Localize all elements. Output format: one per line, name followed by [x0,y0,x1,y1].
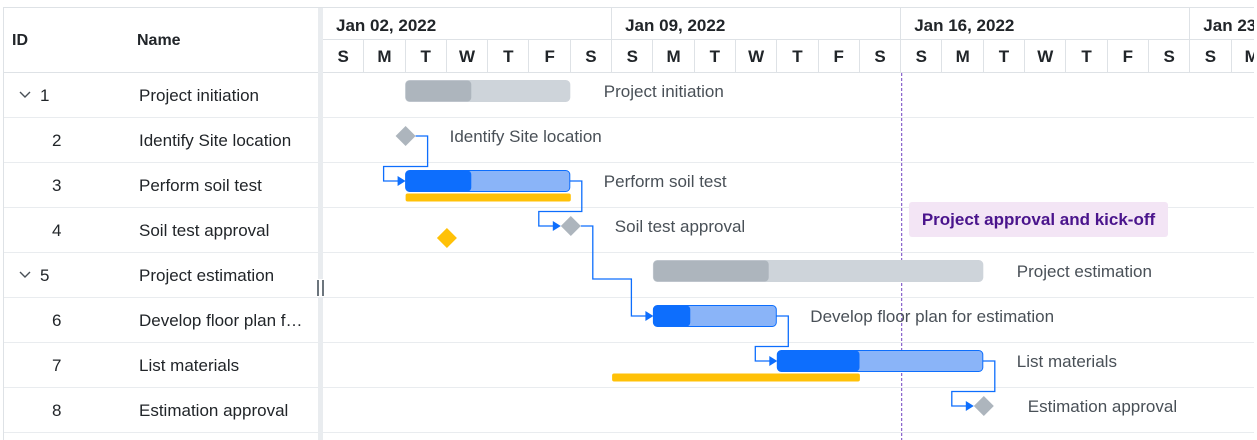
timeline-day: W [736,40,778,73]
baseline-bar [405,193,571,202]
milestone-icon [973,396,994,416]
task-label: Perform soil test [604,172,727,191]
baseline-bar [612,373,860,382]
timeline-day: T [777,40,819,73]
cell-name: Soil test approval [139,221,270,240]
cell-name: Project initiation [139,86,260,105]
chevron-down-icon[interactable] [18,268,32,282]
timeline-day: T [406,40,447,73]
cell-id: 6 [52,311,62,330]
cell-id: 5 [40,266,50,285]
dependency-connector [580,225,647,317]
column-header-name[interactable]: Name [137,32,181,50]
timeline-day: S [1190,40,1232,73]
milestone-icon [560,216,581,236]
cell-id: 8 [52,401,62,420]
week-label: Jan 23, 2022 [1203,16,1254,35]
timeline-day: F [1108,40,1149,73]
cell-name: List materials [139,356,240,375]
connector-arrow-icon [769,356,778,366]
task-label: Develop floor plan for estimation [810,307,1054,326]
timeline-day: S [1149,40,1191,73]
gantt-chart: ID Name 1 Project initiation 2 Identify Sit… [3,7,1254,440]
cell-name: Identify Site location [139,131,292,150]
timeline-day: T [1066,40,1108,73]
table-row[interactable]: 8 Estimation approval [4,388,318,433]
timeline-day: T [984,40,1026,73]
timeline-day: F [819,40,860,73]
task-progress [405,80,472,102]
week-label: Jan 16, 2022 [914,16,1015,35]
cell-id: 4 [52,221,62,240]
timeline-day: M [364,40,406,73]
table-row[interactable]: 4 Soil test approval [4,208,318,253]
timeline-day: S [860,40,902,73]
timeline-week: Jan 23, 2022 [1190,8,1254,40]
timeline-day: T [695,40,736,73]
task-label: List materials [1017,352,1117,371]
timeline-day: M [653,40,695,73]
baseline-milestone-icon [436,228,457,248]
timeline-day: S [571,40,613,73]
cell-name: Perform soil test [139,176,262,195]
timeline-day: S [612,40,654,73]
task-label: Project estimation [1017,262,1152,281]
event-marker-label: Project approval and kick-off [909,202,1168,237]
timeline-day: F [530,40,571,73]
chart-canvas: Project initiation Identify Site location… [382,73,1177,440]
milestone-icon [395,126,416,146]
cell-id: 2 [52,131,62,150]
grid-header: ID Name [4,8,318,73]
table-row[interactable]: 1 Project initiation [4,73,318,118]
task-label: Identify Site location [450,127,602,146]
connector-arrow-icon [645,311,654,321]
cell-id: 3 [52,176,62,195]
chevron-down-icon[interactable] [18,88,32,102]
timeline-day: S [901,40,943,73]
table-row[interactable]: 3 Perform soil test [4,163,318,208]
timeline-day: W [1025,40,1067,73]
timeline-header: Jan 02, 2022 S M T W T F S Jan 09, 2022 S M T W T F S Ja… [323,8,1254,73]
timeline-day: M [1232,40,1254,73]
timeline-week: Jan 16, 2022 [901,8,1191,40]
task-grid: ID Name 1 Project initiation 2 Identify Sit… [4,8,318,440]
timeline-day: S [323,40,365,73]
connector-arrow-icon [965,401,974,411]
chart-body: Project initiation Identify Site location… [323,73,1254,440]
cell-name: Develop floor plan for estimation [139,311,311,330]
chart-pane: Jan 02, 2022 S M T W T F S Jan 09, 2022 S M T W T F S Ja… [323,8,1254,440]
column-header-id[interactable]: ID [12,32,28,50]
task-progress [653,305,691,327]
cell-name: Project estimation [139,266,275,285]
cell-id: 1 [40,86,50,105]
week-label: Jan 02, 2022 [336,16,437,35]
task-label: Estimation approval [1028,397,1177,416]
timeline-day: T [488,40,530,73]
timeline-day: W [447,40,489,73]
timeline-week: Jan 09, 2022 [612,8,902,40]
task-label: Soil test approval [615,217,745,236]
table-row[interactable]: 7 List materials [4,343,318,388]
task-label: Project initiation [604,82,724,101]
task-progress [653,260,769,282]
timeline-week: Jan 02, 2022 [323,8,613,40]
table-row[interactable]: 2 Identify Site location [4,118,318,163]
cell-name: Estimation approval [139,401,289,420]
table-row[interactable]: 5 Project estimation [4,253,318,298]
table-row[interactable]: 6 Develop floor plan for estimation [4,298,318,343]
connector-arrow-icon [397,176,406,186]
timeline-day: M [943,40,984,73]
week-label: Jan 09, 2022 [625,16,726,35]
connector-arrow-icon [552,221,561,231]
task-progress [777,350,860,372]
task-progress [405,170,472,192]
cell-id: 7 [52,356,62,375]
